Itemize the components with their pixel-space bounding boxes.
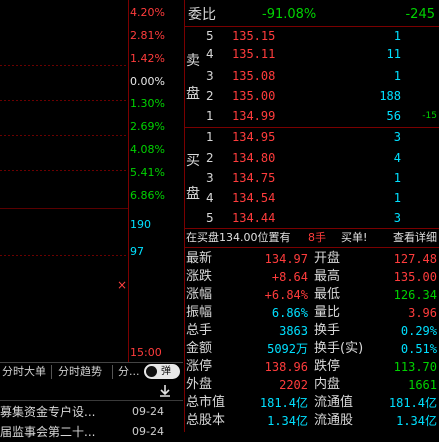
ask-row[interactable]: 1 134.99 56 -15	[184, 107, 439, 125]
chart-right-border	[128, 0, 129, 362]
ask-row[interactable]: 5 135.15 1	[184, 27, 439, 45]
toggle-knob	[146, 366, 157, 377]
percent-label: 2.81%	[130, 29, 165, 42]
news-item[interactable]: 募集资金专户设... 09-24	[0, 402, 183, 422]
tab-intraday-trend[interactable]: 分时趋势	[58, 363, 102, 381]
tab-intraday-large-orders[interactable]: 分时大单	[2, 363, 46, 381]
ask-row[interactable]: 2 135.00 188	[184, 87, 439, 105]
percent-label: 4.08%	[130, 143, 165, 156]
volume-axis-label: 190	[130, 218, 151, 231]
stat-row: 金额 5092万 换手(实) 0.51%	[186, 341, 437, 356]
notice-amount: 8手	[308, 231, 326, 244]
stat-row: 总手 3863 换手 0.29%	[186, 323, 437, 338]
tab-more[interactable]: 分...	[118, 363, 140, 381]
notice-text: 在买盘134.00位置有	[186, 231, 291, 244]
stat-row: 总市值 181.4亿 流通值 181.4亿	[186, 395, 437, 410]
stat-row: 涨幅 +6.84% 最低 126.34	[186, 287, 437, 302]
percent-label: 2.69%	[130, 120, 165, 133]
ask-row[interactable]: 4 135.11 11	[184, 45, 439, 63]
news-title: 募集资金专户设...	[0, 405, 96, 419]
grid-line	[0, 100, 128, 101]
stat-row: 振幅 6.86% 量比 3.96	[186, 305, 437, 320]
news-date: 09-24	[132, 405, 164, 418]
percent-label: 4.20%	[130, 6, 165, 19]
divider	[184, 247, 439, 248]
bid-row[interactable]: 3 134.75 1	[184, 169, 439, 187]
percent-label: 5.41%	[130, 166, 165, 179]
percent-label: 0.00%	[130, 75, 165, 88]
ratio-value: -91.08%	[262, 7, 317, 22]
ask-row[interactable]: 3 135.08 1	[184, 67, 439, 85]
news-item[interactable]: 届监事会第二十... 09-24	[0, 422, 183, 442]
stat-row: 外盘 2202 内盘 1661	[186, 377, 437, 392]
time-axis-label: 15:00	[130, 346, 162, 359]
bid-row[interactable]: 5 134.44 3	[184, 209, 439, 227]
grid-line	[0, 255, 128, 256]
volume-change: -15	[422, 111, 437, 121]
popup-toggle[interactable]: 弹	[144, 364, 180, 379]
stat-row: 最新 134.97 开盘 127.48	[186, 251, 437, 266]
view-details-link[interactable]: 查看详细	[393, 229, 437, 247]
bid-row[interactable]: 4 134.54 1	[184, 189, 439, 207]
news-date: 09-24	[132, 425, 164, 438]
ratio-label: 委比	[188, 7, 216, 23]
ratio-diff: -245	[405, 7, 435, 22]
percent-label: 1.30%	[130, 97, 165, 110]
divider	[0, 400, 183, 401]
toggle-label: 弹	[161, 366, 171, 377]
news-title: 届监事会第二十...	[0, 425, 96, 439]
divider	[112, 365, 113, 379]
bid-row[interactable]: 1 134.95 3	[184, 128, 439, 146]
bid-row[interactable]: 2 134.80 4	[184, 149, 439, 167]
grid-line	[0, 135, 128, 136]
stat-row: 涨停 138.96 跌停 113.70	[186, 359, 437, 374]
large-order-notice: 在买盘134.00位置有 8手 买单! 查看详细	[184, 229, 439, 247]
chart-tab-bar: 分时大单 分时趋势 分... 弹	[0, 362, 183, 382]
intraday-chart[interactable]: 4.20% 2.81% 1.42% 0.00% 1.30% 2.69% 4.08…	[0, 0, 183, 362]
notice-action: 买单!	[341, 231, 368, 244]
divider	[51, 365, 52, 379]
volume-axis-label: 97	[130, 245, 144, 258]
stat-row: 总股本 1.34亿 流通股 1.34亿	[186, 413, 437, 428]
stat-row: 涨跌 +8.64 最高 135.00	[186, 269, 437, 284]
percent-label: 6.86%	[130, 189, 165, 202]
percent-label: 1.42%	[130, 52, 165, 65]
download-icon[interactable]	[158, 383, 172, 397]
bid-ask-ratio-row: 委比 -91.08% -245	[184, 6, 439, 24]
grid-line	[0, 65, 128, 66]
price-volume-divider	[0, 208, 128, 209]
order-book-panel: 委比 -91.08% -245 卖 盘 5 135.15 1 4 135.11 11 3…	[184, 0, 439, 432]
grid-line	[0, 170, 128, 171]
close-icon[interactable]: ×	[117, 278, 127, 292]
